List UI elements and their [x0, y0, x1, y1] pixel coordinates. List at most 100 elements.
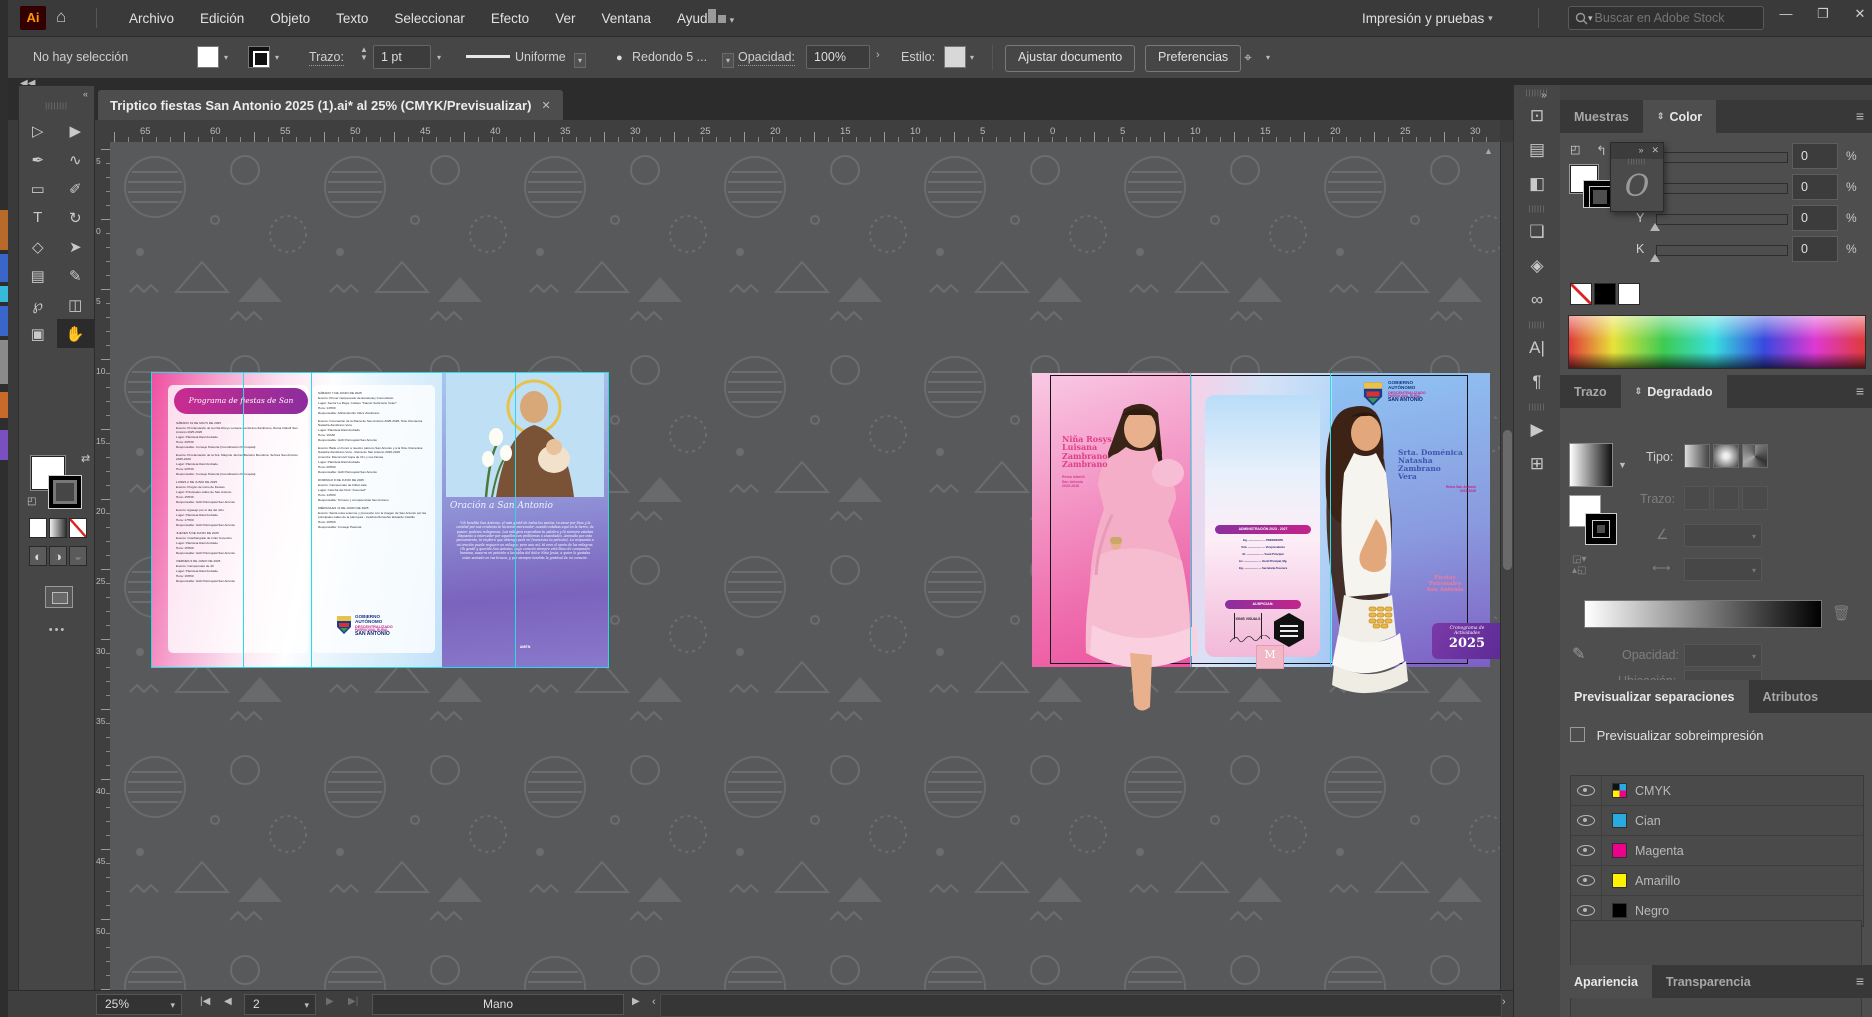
stroke-weight-chevron[interactable]: ▾ — [437, 53, 441, 62]
stroke-color-swatch[interactable] — [248, 46, 270, 68]
tab-close-icon[interactable]: ✕ — [541, 99, 550, 112]
home-icon[interactable]: ⌂ — [56, 7, 66, 27]
reverse-gradient-icon[interactable]: ◲▾▴◱ — [1572, 554, 1586, 576]
channel-value-input[interactable]: 0 — [1792, 143, 1838, 169]
angle-combo[interactable]: ▾ — [1684, 524, 1762, 547]
stroke-across-button[interactable] — [1742, 486, 1768, 510]
expand-icon[interactable]: » — [1638, 145, 1643, 155]
fill-chevron[interactable]: ▾ — [224, 53, 228, 62]
panel-grip[interactable]: |||||||| — [19, 99, 94, 110]
menu-archivo[interactable]: Archivo — [116, 11, 187, 26]
menu-ventana[interactable]: Ventana — [588, 11, 664, 26]
channel-slider[interactable] — [1656, 152, 1788, 163]
preferences-button[interactable]: Preferencias — [1145, 45, 1241, 72]
eyedropper-tool[interactable]: ✎ — [57, 261, 95, 290]
window-maximize-button[interactable]: ❐ — [1805, 0, 1841, 28]
close-icon[interactable]: ✕ — [1651, 145, 1659, 155]
illustrator-logo[interactable]: Ai — [20, 6, 46, 30]
channel-value-input[interactable]: 0 — [1792, 174, 1838, 200]
tab-degradado[interactable]: ⇕Degradado — [1621, 375, 1727, 408]
opacity-value[interactable]: 100% — [806, 45, 870, 69]
overprint-checkbox[interactable] — [1570, 727, 1585, 742]
tab-muestras[interactable]: Muestras — [1560, 100, 1643, 133]
tab-trazo[interactable]: Trazo — [1560, 375, 1621, 408]
tab-color[interactable]: ⇕Color — [1643, 100, 1716, 133]
window-close-button[interactable]: ✕ — [1842, 0, 1872, 28]
draw-behind-button[interactable]: ◑ — [49, 546, 67, 566]
draw-normal-button[interactable]: ◐ — [29, 546, 47, 566]
vertical-ruler[interactable]: 505101520253035404550 — [95, 142, 111, 990]
status-expand-button[interactable]: ▶ — [632, 996, 640, 1007]
freeform-gradient-button[interactable] — [1742, 444, 1768, 468]
gradient-eyedropper-icon[interactable]: ✎ — [1572, 644, 1585, 664]
scroll-up-arrow[interactable]: ▲ — [1482, 146, 1495, 166]
direct-selection-tool[interactable]: ▶ — [57, 116, 95, 145]
stroke-box[interactable] — [49, 476, 81, 508]
ink-row[interactable]: Cian — [1571, 806, 1863, 836]
stroke-within-button[interactable] — [1684, 486, 1710, 510]
channel-value-input[interactable]: 0 — [1792, 236, 1838, 262]
collapse-tools-icon[interactable]: « — [19, 86, 94, 99]
gradient-tool[interactable]: ▤ — [19, 261, 57, 290]
workspace-switcher[interactable]: Impresión y pruebas ▾ — [1362, 0, 1493, 36]
panel-menu-icon[interactable]: ≡ — [1856, 383, 1864, 399]
stroke-along-button[interactable] — [1713, 486, 1739, 510]
status-tool-display[interactable]: Mano — [372, 994, 624, 1015]
black-swatch[interactable] — [1594, 283, 1616, 305]
last-artboard-button[interactable]: ▶| — [348, 996, 358, 1007]
libraries-icon[interactable]: ⊞ — [1514, 447, 1560, 481]
tab-apariencia[interactable]: Apariencia — [1560, 965, 1652, 998]
type-tool[interactable]: T — [19, 203, 57, 232]
opacity-label[interactable]: Opacidad: — [738, 50, 795, 66]
gradient-mode-button[interactable] — [49, 518, 67, 538]
panel-grip[interactable]: |||||| — [1514, 399, 1560, 413]
shape-builder-tool[interactable]: ◫ — [57, 290, 95, 319]
opacity-expand-chevron[interactable]: › — [876, 49, 880, 61]
snap-chevron[interactable]: ▾ — [1266, 53, 1270, 62]
curvature-tool[interactable]: ∿ — [57, 145, 95, 174]
arrange-documents-icon[interactable]: ▾ — [708, 9, 754, 27]
draw-inside-button[interactable]: ◒ — [69, 546, 87, 566]
profile-value[interactable]: Uniforme — [515, 50, 566, 64]
ink-row[interactable]: Magenta — [1571, 836, 1863, 866]
pen-tool[interactable]: ✒ — [19, 145, 57, 174]
vertical-scrollbar-thumb[interactable] — [1503, 430, 1512, 570]
panel-grip[interactable]: |||||| — [1514, 201, 1560, 215]
tab-atributos[interactable]: Atributos — [1749, 680, 1833, 713]
vertical-scrollbar[interactable] — [1500, 142, 1514, 990]
window-minimize-button[interactable]: — — [1768, 0, 1804, 28]
visibility-toggle[interactable] — [1571, 866, 1602, 895]
hscroll-left-arrow[interactable]: ‹ — [652, 996, 656, 1008]
align-icon[interactable]: ▤ — [1514, 133, 1560, 167]
hand-tool[interactable]: ✋ — [57, 319, 95, 348]
menu-edicion[interactable]: Edición — [187, 11, 257, 26]
canvas[interactable]: Oración a San Antonio "Oh bendito San An… — [110, 142, 1500, 990]
edit-toolbar-icon[interactable]: ••• — [19, 624, 96, 636]
menu-seleccionar[interactable]: Seleccionar — [381, 11, 478, 26]
none-swatch[interactable] — [1570, 283, 1592, 305]
panel-grip[interactable]: |||||| — [1514, 317, 1560, 331]
menu-texto[interactable]: Texto — [323, 11, 381, 26]
artboard-front[interactable]: ADMINISTRACIÓN 2023 - 2027 Ing. ————— — … — [1032, 373, 1490, 667]
menu-efecto[interactable]: Efecto — [478, 11, 542, 26]
panel-menu-icon[interactable]: ≡ — [1856, 108, 1864, 124]
hscroll-right-arrow[interactable]: › — [1502, 996, 1506, 1008]
style-chevron[interactable]: ▾ — [970, 53, 974, 62]
search-input[interactable] — [1593, 10, 1747, 26]
visibility-toggle[interactable] — [1571, 776, 1602, 805]
delete-stop-icon[interactable]: 🗑 — [1832, 604, 1851, 622]
first-artboard-button[interactable]: |◀ — [200, 996, 210, 1007]
artboard-back[interactable]: Oración a San Antonio "Oh bendito San An… — [152, 373, 608, 667]
selection-tool[interactable]: ▷ — [19, 116, 57, 145]
tab-transparencia[interactable]: Transparencia — [1652, 965, 1765, 998]
tab-previsualizar-separaciones[interactable]: Previsualizar separaciones — [1560, 680, 1749, 713]
color-mode-button[interactable] — [29, 518, 47, 538]
radial-gradient-button[interactable] — [1713, 444, 1739, 468]
artboards-icon[interactable]: ❏ — [1514, 215, 1560, 249]
brush-chevron[interactable]: ▾ — [722, 53, 734, 68]
rectangle-tool[interactable]: ▭ — [19, 174, 57, 203]
white-swatch[interactable] — [1618, 283, 1640, 305]
width-tool[interactable]: ℘ — [19, 290, 57, 319]
menu-objeto[interactable]: Objeto — [257, 11, 323, 26]
gradient-presets-chevron[interactable]: ▼ — [1618, 460, 1627, 470]
